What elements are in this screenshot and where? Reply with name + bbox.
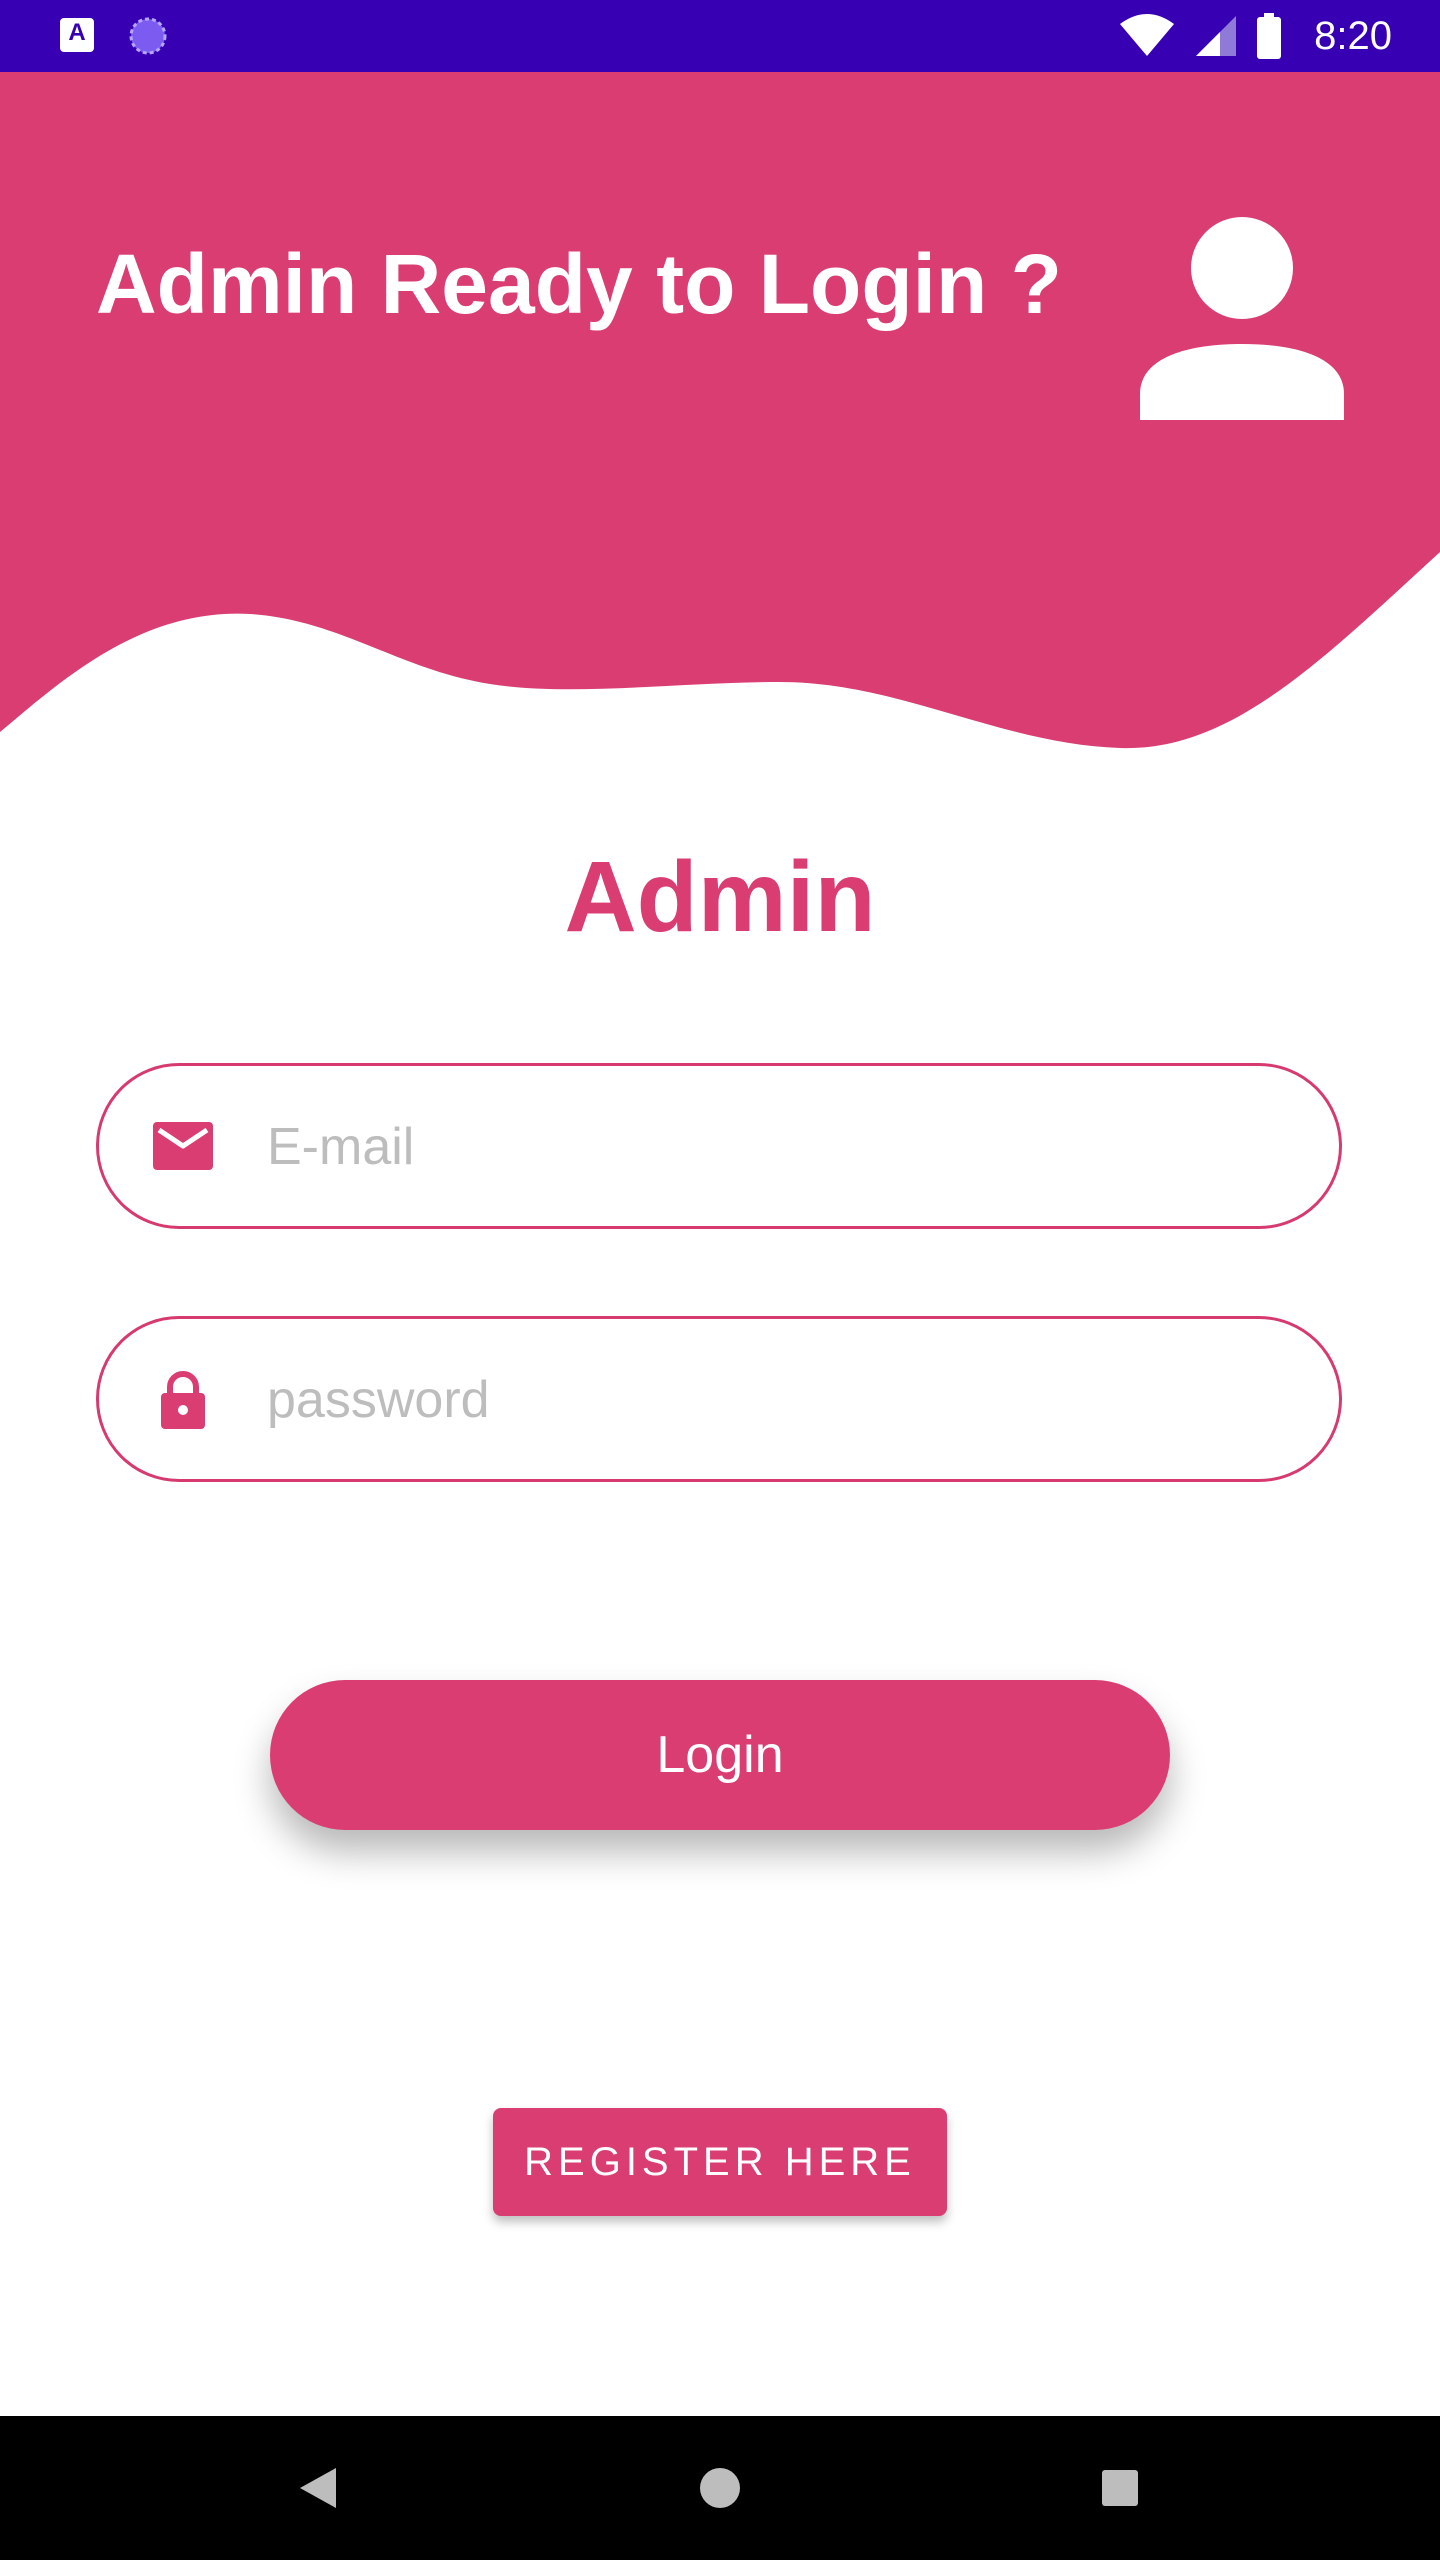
wifi-icon xyxy=(1120,14,1175,56)
admin-login-screen: A 8:20 Admin Ready to Login ? Admin E-ma… xyxy=(0,0,1440,2560)
home-button[interactable] xyxy=(684,2452,756,2524)
password-field[interactable] xyxy=(96,1316,1342,1482)
loading-circle-icon xyxy=(129,17,167,55)
battery-icon xyxy=(1257,13,1282,59)
back-button[interactable] xyxy=(282,2452,354,2524)
person-icon xyxy=(1140,217,1344,420)
header-title: Admin Ready to Login ? xyxy=(96,237,1062,331)
email-field[interactable] xyxy=(96,1063,1342,1229)
mail-icon xyxy=(153,1122,213,1170)
app-a-icon: A xyxy=(60,18,94,52)
lock-icon xyxy=(161,1371,205,1429)
email-input[interactable] xyxy=(265,1066,1269,1228)
status-bar: A 8:20 xyxy=(0,0,1440,72)
form-title: Admin xyxy=(564,841,876,953)
recents-button[interactable] xyxy=(1084,2452,1156,2524)
home-icon xyxy=(700,2468,740,2508)
register-button[interactable]: REGISTER HERE xyxy=(493,2108,947,2216)
recents-icon xyxy=(1102,2470,1138,2506)
password-input[interactable] xyxy=(265,1319,1269,1481)
signal-icon xyxy=(1196,16,1237,56)
status-icons: 8:20 xyxy=(1118,0,1392,72)
login-button[interactable]: Login xyxy=(270,1680,1170,1830)
app-a-icon-letter: A xyxy=(68,19,86,46)
navigation-bar xyxy=(0,2416,1440,2560)
status-time: 8:20 xyxy=(1314,13,1392,58)
back-icon xyxy=(300,2468,336,2508)
